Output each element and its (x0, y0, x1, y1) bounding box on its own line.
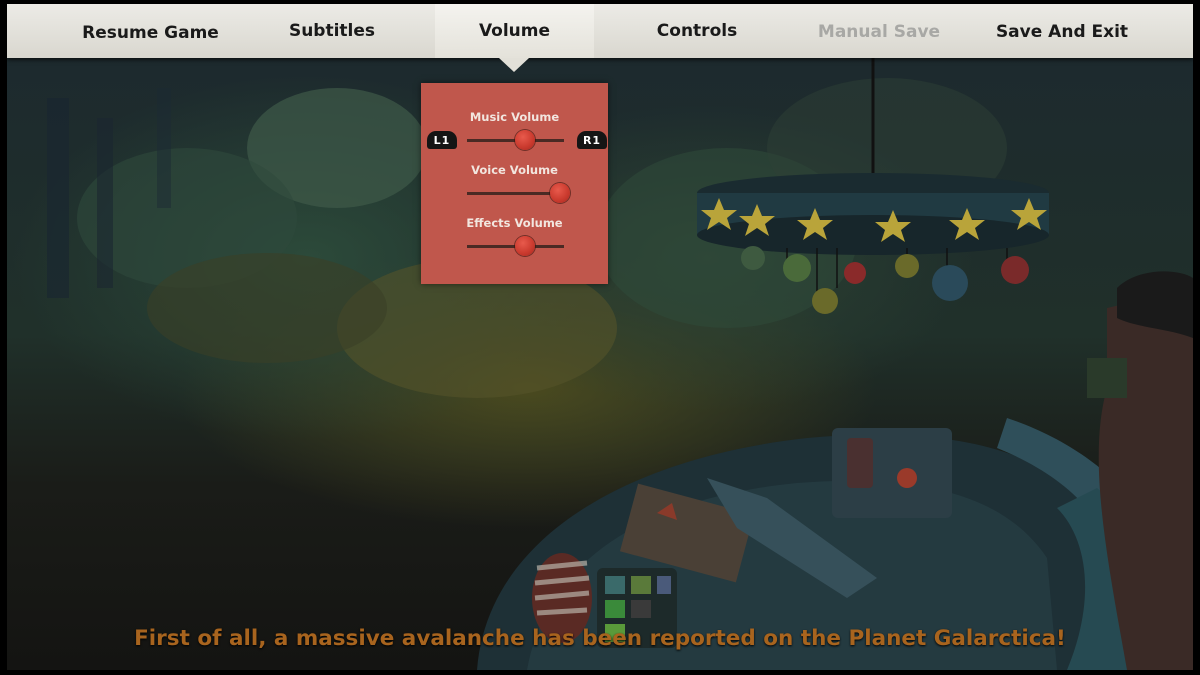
music-volume-label: Music Volume (469, 110, 560, 124)
active-tab-pointer (499, 58, 529, 72)
tab-volume[interactable]: Volume (435, 4, 594, 58)
effects-volume-knob[interactable] (515, 236, 535, 256)
dialogue-subtitle: First of all, a massive avalanche has be… (134, 626, 1066, 651)
r1-bumper-prompt: R1 (577, 131, 607, 149)
voice-volume-knob[interactable] (550, 183, 570, 203)
effects-volume-slider[interactable] (467, 236, 564, 256)
tab-save-and-exit[interactable]: Save And Exit (982, 5, 1142, 59)
voice-volume-label: Voice Volume (471, 163, 558, 177)
effects-volume-label: Effects Volume (466, 216, 563, 230)
game-screen: Resume Game Subtitles Volume Controls Ma… (0, 0, 1200, 675)
tab-subtitles[interactable]: Subtitles (259, 4, 405, 58)
pause-menu-bar: Resume Game Subtitles Volume Controls Ma… (7, 4, 1193, 58)
tab-manual-save: Manual Save (817, 22, 941, 42)
music-volume-slider[interactable] (467, 130, 564, 150)
l1-bumper-prompt: L1 (427, 131, 457, 149)
tab-resume-game[interactable]: Resume Game (73, 6, 228, 60)
music-volume-knob[interactable] (515, 130, 535, 150)
tab-controls[interactable]: Controls (621, 4, 773, 58)
voice-volume-slider[interactable] (467, 183, 570, 203)
volume-settings-panel: Music Volume Voice Volume Effects Volume (421, 83, 608, 284)
